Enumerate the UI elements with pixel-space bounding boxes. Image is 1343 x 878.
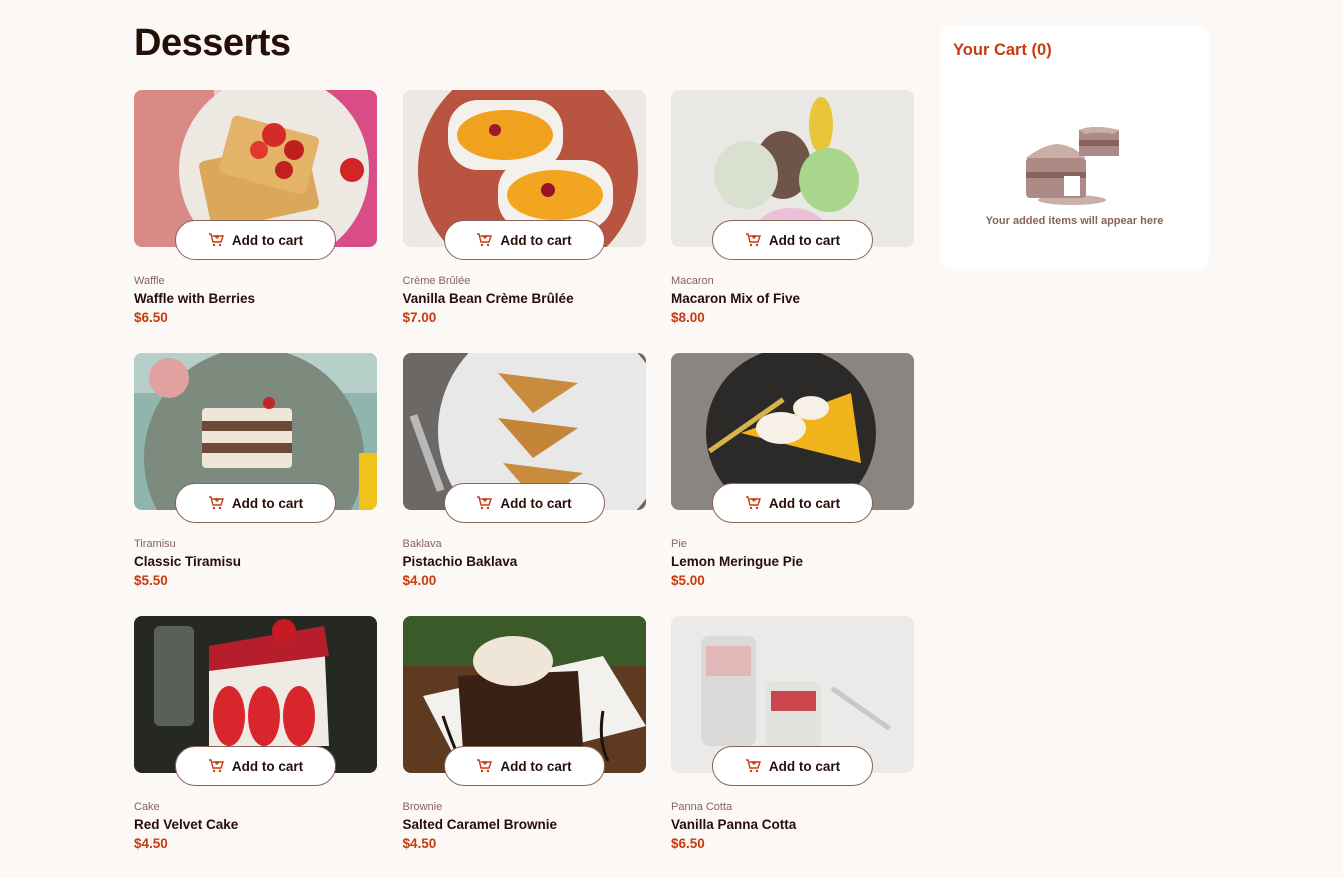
add-to-cart-button[interactable]: Add to cart [175,483,336,523]
product-price: $4.50 [134,836,168,851]
product-price: $7.00 [402,310,437,325]
product-category: Pie [671,538,687,550]
add-to-cart-label: Add to cart [768,232,841,248]
product-name: Lemon Meringue Pie [671,554,804,569]
add-to-cart-label: Add to cart [231,495,304,511]
add-to-cart-icon [476,758,493,774]
product-category: Cake [134,801,160,813]
add-to-cart-label: Add to cart [500,758,572,774]
add-to-cart-button[interactable]: Add to cart [175,220,336,260]
add-to-cart-icon [208,495,224,511]
product-category: Macaron [671,275,714,287]
product-card: Add to cart Pie Lemon Meringue Pie $5.00 [671,353,914,616]
add-to-cart-label: Add to cart [768,495,841,511]
product-name: Vanilla Bean Crème Brûlée [402,291,574,306]
add-to-cart-button[interactable]: Add to cart [443,483,605,523]
product-name: Waffle with Berries [134,291,256,306]
empty-cart-message: Your added items will appear here [985,215,1164,227]
product-name: Red Velvet Cake [134,817,239,832]
add-to-cart-icon [208,758,224,774]
add-to-cart-icon [745,758,761,774]
add-to-cart-icon [208,232,224,248]
add-to-cart-icon [476,232,493,248]
add-to-cart-label: Add to cart [231,758,304,774]
cart-title: Your Cart (0) [953,41,1052,59]
product-name: Classic Tiramisu [134,554,242,569]
product-category: Crème Brûlée [402,275,471,287]
product-price: $4.50 [402,836,437,851]
product-category: Baklava [402,538,442,550]
product-category: Tiramisu [134,538,176,550]
empty-cart-cake-icon [1024,120,1124,206]
product-grid: Add to cart Waffle Waffle with Berries $… [134,90,914,878]
add-to-cart-label: Add to cart [768,758,841,774]
add-to-cart-icon [745,495,761,511]
product-card: Add to cart Crème Brûlée Vanilla Bean Cr… [402,90,646,353]
product-name: Pistachio Baklava [402,554,518,569]
add-to-cart-button[interactable]: Add to cart [712,220,873,260]
add-to-cart-button[interactable]: Add to cart [175,746,336,786]
product-price: $5.00 [671,573,705,588]
product-price: $6.50 [134,310,168,325]
product-card: Add to cart Cake Red Velvet Cake $4.50 [134,616,377,878]
product-card: Add to cart Brownie Salted Caramel Brown… [402,616,646,878]
product-price: $4.00 [402,573,437,588]
add-to-cart-button[interactable]: Add to cart [443,746,605,786]
cart-panel: Your Cart (0) Your added items will appe… [940,26,1209,269]
product-card: Add to cart Baklava Pistachio Baklava $4… [402,353,646,616]
product-category: Panna Cotta [671,801,733,813]
product-category: Waffle [134,275,165,287]
product-name: Vanilla Panna Cotta [671,817,797,832]
product-name: Macaron Mix of Five [671,291,801,306]
product-category: Brownie [402,801,443,813]
product-card: Add to cart Waffle Waffle with Berries $… [134,90,377,353]
add-to-cart-label: Add to cart [231,232,304,248]
add-to-cart-label: Add to cart [500,495,572,511]
add-to-cart-button[interactable]: Add to cart [443,220,605,260]
product-card: Add to cart Panna Cotta Vanilla Panna Co… [671,616,914,878]
product-price: $8.00 [671,310,705,325]
add-to-cart-button[interactable]: Add to cart [712,483,873,523]
product-price: $5.50 [134,573,168,588]
page-title: Desserts [134,22,291,64]
product-price: $6.50 [671,836,705,851]
add-to-cart-icon [476,495,493,511]
add-to-cart-button[interactable]: Add to cart [712,746,873,786]
add-to-cart-icon [745,232,761,248]
product-card: Add to cart Macaron Macaron Mix of Five … [671,90,914,353]
add-to-cart-label: Add to cart [500,232,572,248]
product-name: Salted Caramel Brownie [402,817,558,832]
product-card: Add to cart Tiramisu Classic Tiramisu $5… [134,353,377,616]
